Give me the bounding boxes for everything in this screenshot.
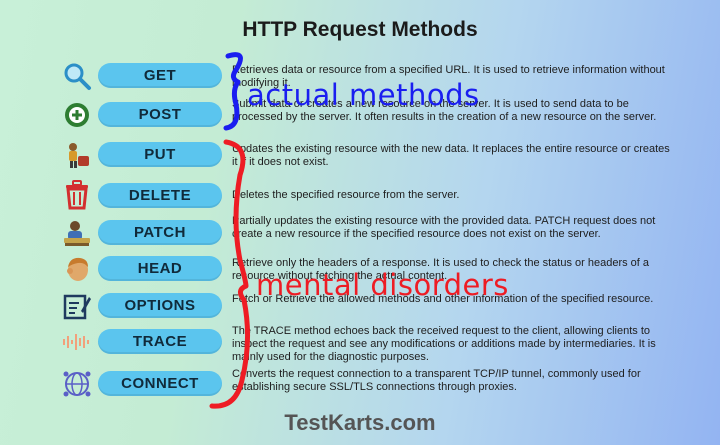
red-brace: [209, 139, 251, 409]
blue-brace: [223, 52, 243, 131]
annotation-actual-methods: actual methods: [247, 78, 480, 112]
annotation-mental-disorders: mental disorders: [256, 268, 509, 302]
footer-brand: TestKarts.com: [284, 410, 436, 435]
annotation-brackets: [209, 52, 251, 409]
